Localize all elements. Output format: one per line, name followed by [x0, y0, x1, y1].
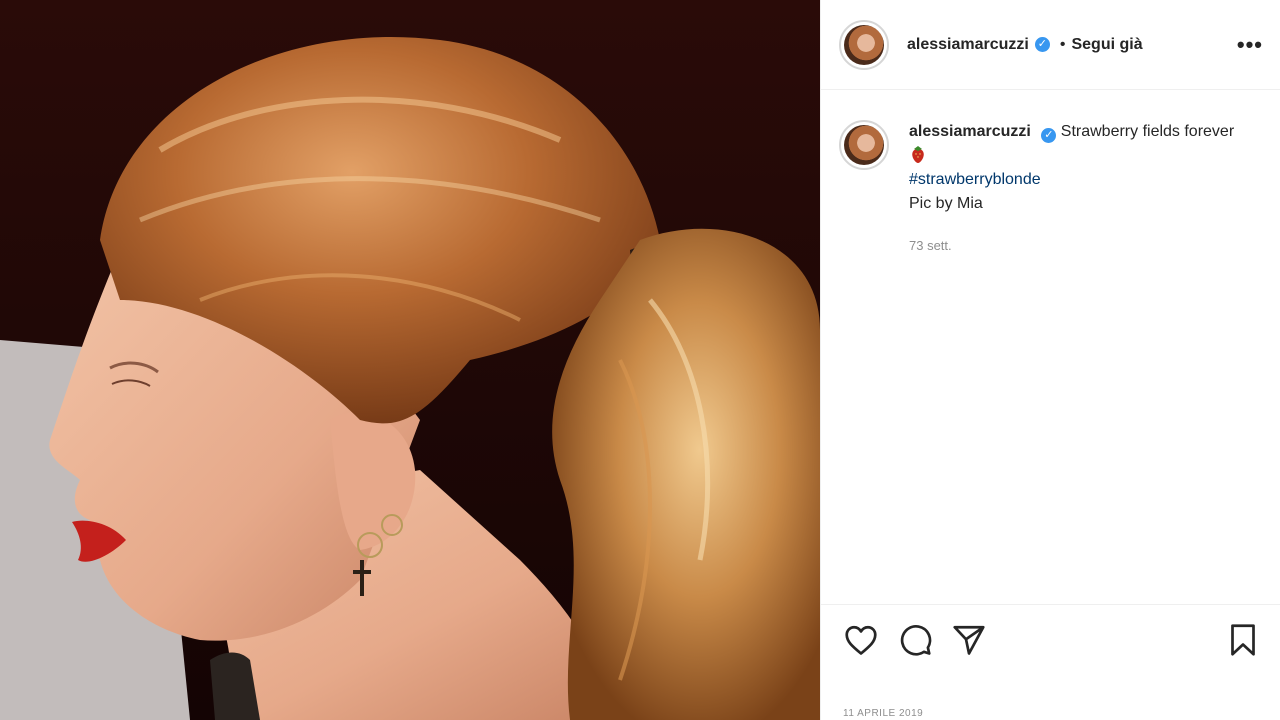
hashtag-link[interactable]: #strawberryblonde: [909, 168, 1239, 192]
caption-username[interactable]: alessiamarcuzzi: [909, 123, 1031, 140]
more-options-icon[interactable]: •••: [1237, 32, 1263, 58]
post-caption: alessiamarcuzzi ✓ Strawberry fields fore…: [839, 120, 1263, 258]
caption-avatar[interactable]: [839, 120, 889, 170]
avatar-image: [844, 24, 884, 65]
comment-icon: [900, 624, 932, 656]
strawberry-emoji-icon: [912, 146, 924, 163]
verified-badge-icon: ✓: [1034, 37, 1050, 52]
avatar[interactable]: [839, 19, 889, 70]
following-button[interactable]: Segui già: [1071, 36, 1142, 54]
post-side-panel: alessiamarcuzzi ✓ • Segui già ••• alessi…: [820, 0, 1280, 720]
follow-separator: •: [1059, 35, 1066, 53]
post-actions: [821, 604, 1280, 674]
post-date: 11 APRILE 2019: [843, 708, 924, 719]
save-button[interactable]: [1225, 622, 1261, 658]
bookmark-icon: [1231, 623, 1255, 656]
photo-credit: Pic by Mia: [909, 195, 983, 212]
caption-avatar-image: [844, 125, 884, 165]
caption-timestamp[interactable]: 73 sett.: [909, 234, 1239, 258]
heart-icon: [845, 625, 877, 655]
header-username[interactable]: alessiamarcuzzi: [907, 36, 1029, 54]
caption-text: Strawberry fields forever: [1060, 123, 1235, 140]
like-button[interactable]: [843, 622, 879, 658]
caption-body: alessiamarcuzzi ✓ Strawberry fields fore…: [909, 120, 1239, 258]
paper-plane-icon: [953, 625, 985, 655]
post-header: alessiamarcuzzi ✓ • Segui già •••: [821, 0, 1280, 90]
comment-button[interactable]: [897, 622, 933, 658]
post-photo: [0, 0, 820, 720]
share-button[interactable]: [951, 622, 987, 658]
verified-badge-icon: ✓: [1041, 128, 1057, 143]
